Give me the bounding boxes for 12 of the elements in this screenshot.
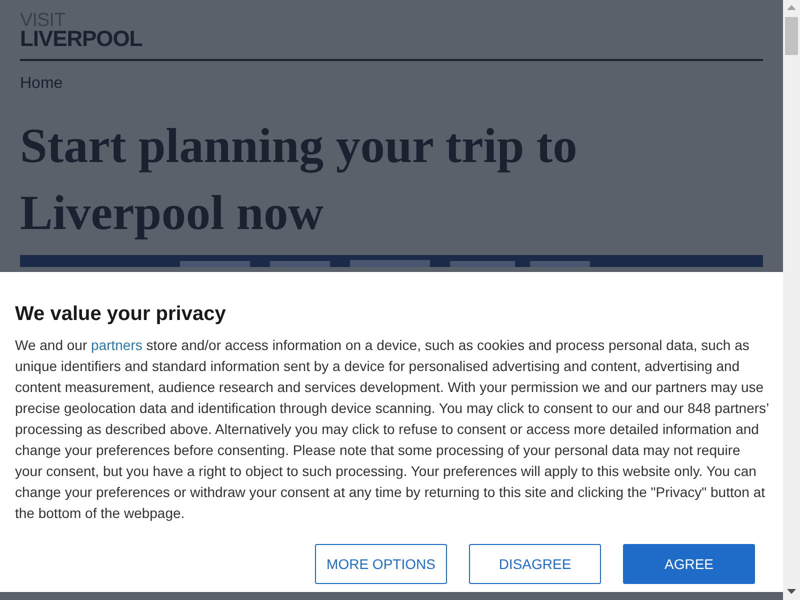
dialog-button[interactable]: DISAGREE <box>469 544 601 584</box>
dialog-button[interactable]: MORE OPTIONS <box>315 544 447 584</box>
dialog-button[interactable]: AGREE <box>623 544 755 584</box>
dialog-title: We value your privacy <box>15 302 226 326</box>
page-heading: Start planning your trip to Liverpool now <box>20 117 578 242</box>
scrollbar[interactable] <box>783 0 800 600</box>
logo-text: LIVERPOOL <box>20 29 142 49</box>
scroll-up-icon[interactable] <box>787 5 796 11</box>
scroll-down-icon[interactable] <box>787 589 796 595</box>
scrollbar-thumb[interactable] <box>785 17 798 55</box>
partners-link[interactable]: partners <box>91 337 142 353</box>
consent-text: We and our partners store and/or access information on a device, such as cookies and process personal data, such as unique identifiers and standard information sent by a device for personalised advertising and content, advertising and content measurement, audience research and services development. With your permission we and our partners may use precise geolocation data and identification through device scanning. You may click to consent to our and our 848 partners’ processing as described above. Alternatively you may click to refuse to consent or access more detailed information and change your preferences before consenting. Please note that some processing of your personal data may not require your consent, but you have a right to object to such processing. Your preferences will apply to this website only. You can change your preferences or withdraw your consent at any time by returning to this site and clicking the "Privacy" button at the bottom of the webpage. <box>15 336 770 523</box>
